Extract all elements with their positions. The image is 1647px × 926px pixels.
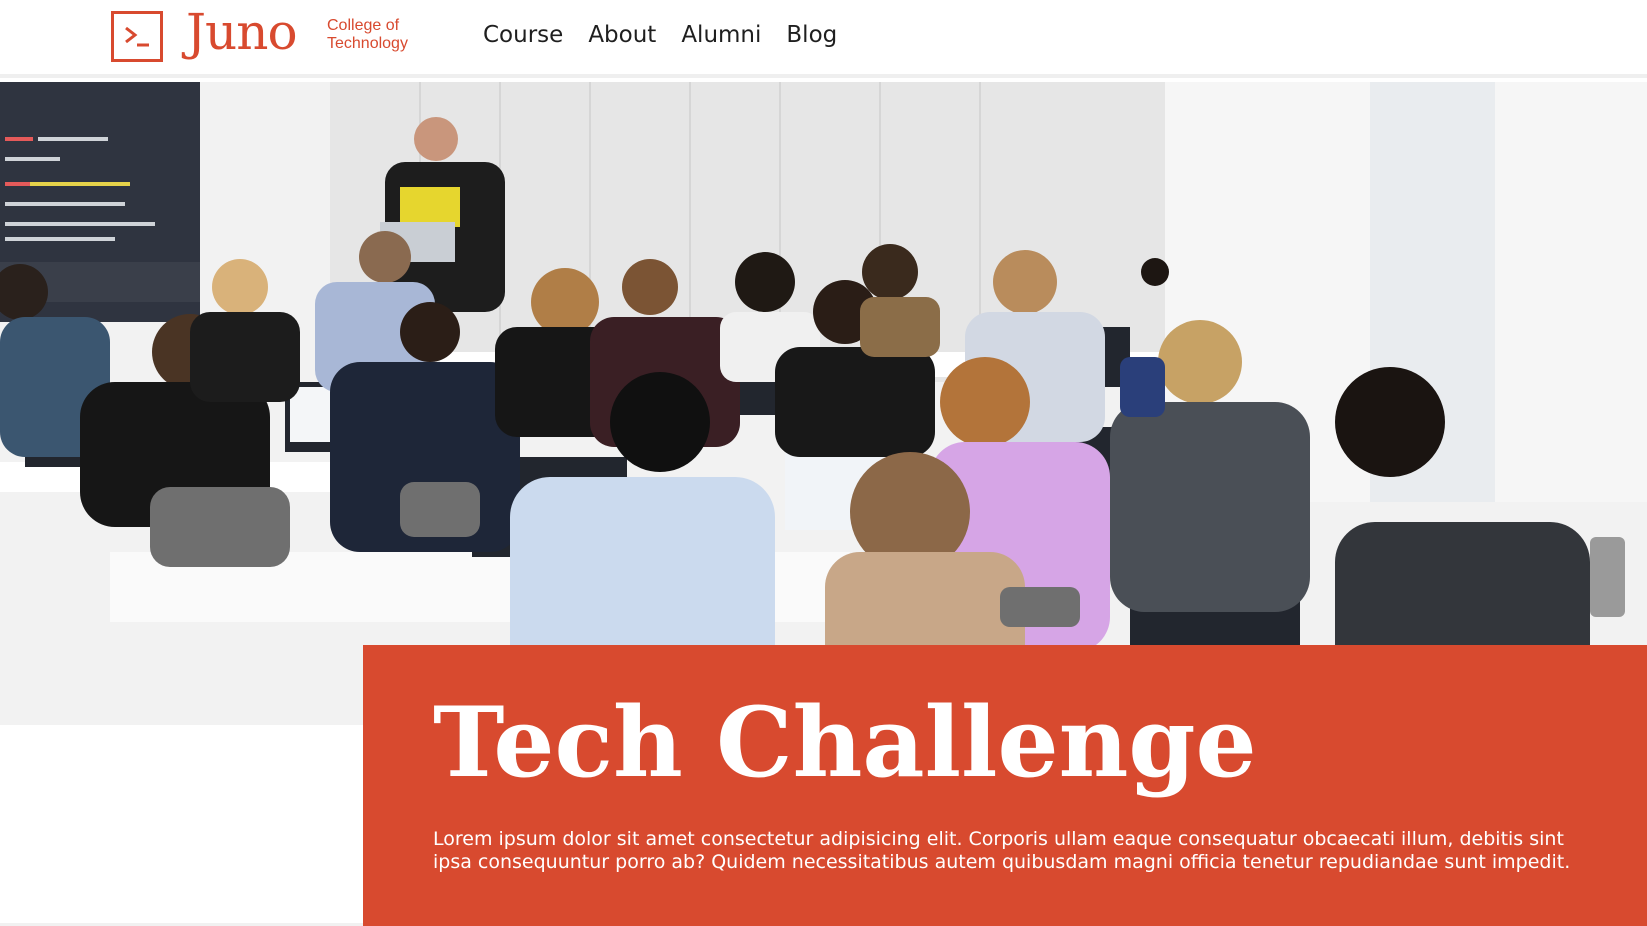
terminal-prompt-icon[interactable] [111,11,163,62]
site-header: Juno College of Technology Course About … [0,0,1647,78]
card-description: Lorem ipsum dolor sit amet consectetur a… [433,828,1571,873]
classroom-photo [0,82,1647,725]
brand-logo[interactable]: Juno [186,2,298,62]
nav-link-about[interactable]: About [588,19,656,51]
main-nav: Course About Alumni Blog [483,19,837,51]
brand-subtitle: College of Technology [327,17,408,52]
hero-card: Tech Challenge Lorem ipsum dolor sit ame… [363,645,1647,926]
card-title: Tech Challenge [433,686,1257,799]
hero-image [0,82,1647,725]
nav-link-blog[interactable]: Blog [786,19,837,51]
nav-link-alumni[interactable]: Alumni [681,19,761,51]
nav-link-course[interactable]: Course [483,19,563,51]
